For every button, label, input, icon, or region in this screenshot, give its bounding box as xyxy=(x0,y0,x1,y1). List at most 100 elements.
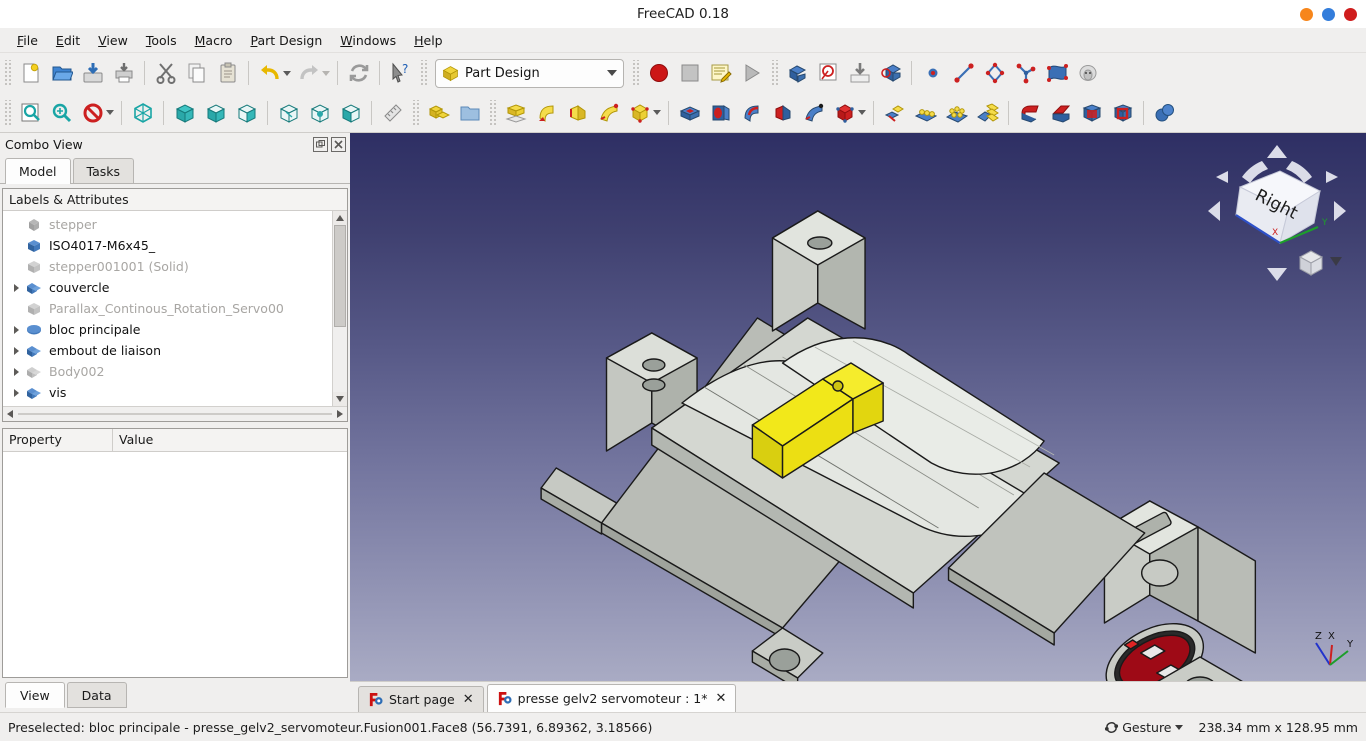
scroll-up-icon[interactable] xyxy=(333,211,347,225)
pad-button[interactable] xyxy=(500,97,531,128)
pocket-button[interactable] xyxy=(674,97,705,128)
navigation-cube[interactable]: Right Y X xyxy=(1202,139,1352,299)
linear-pattern-button[interactable] xyxy=(910,97,941,128)
tree-item[interactable]: stepper xyxy=(3,214,332,235)
toolbar-grip[interactable] xyxy=(488,99,497,126)
hole-button[interactable] xyxy=(705,97,736,128)
close-button[interactable] xyxy=(1344,7,1357,21)
minimize-button[interactable] xyxy=(1300,7,1313,21)
refresh-button[interactable] xyxy=(343,58,374,89)
save-document-button[interactable] xyxy=(77,58,108,89)
front-view-button[interactable] xyxy=(169,97,200,128)
menu-file[interactable]: File xyxy=(8,31,47,50)
polyline-button[interactable] xyxy=(979,58,1010,89)
surface-button[interactable] xyxy=(1041,58,1072,89)
expand-arrow-icon[interactable] xyxy=(9,319,23,340)
tree-item[interactable]: stepper001001 (Solid) xyxy=(3,256,332,277)
subtractive-loft-button[interactable] xyxy=(767,97,798,128)
paste-button[interactable] xyxy=(212,58,243,89)
top-view-button[interactable] xyxy=(200,97,231,128)
macro-stop-button[interactable] xyxy=(674,58,705,89)
scrollbar-thumb[interactable] xyxy=(18,413,332,415)
redo-button[interactable] xyxy=(293,58,324,89)
menu-macro[interactable]: Macro xyxy=(186,31,242,50)
chamfer-button[interactable] xyxy=(1045,97,1076,128)
tree-item[interactable]: Parallax_Continous_Rotation_Servo00 xyxy=(3,298,332,319)
macro-execute-button[interactable] xyxy=(736,58,767,89)
toolbar-grip[interactable] xyxy=(411,99,420,126)
scroll-down-icon[interactable] xyxy=(333,392,347,406)
expand-arrow-icon[interactable] xyxy=(9,340,23,361)
tree-item[interactable]: Body002 xyxy=(3,361,332,382)
scroll-right-icon[interactable] xyxy=(333,407,347,421)
menu-windows[interactable]: Windows xyxy=(331,31,405,50)
expand-arrow-icon[interactable] xyxy=(9,361,23,382)
expand-arrow-icon[interactable] xyxy=(9,298,23,319)
toolbar-grip[interactable] xyxy=(3,60,12,86)
multi-transform-button[interactable] xyxy=(972,97,1003,128)
expand-arrow-icon[interactable] xyxy=(9,382,23,403)
node-button[interactable] xyxy=(1010,58,1041,89)
left-view-button[interactable] xyxy=(335,97,366,128)
maximize-button[interactable] xyxy=(1322,7,1335,21)
expand-arrow-icon[interactable] xyxy=(9,235,23,256)
navigation-style-selector[interactable]: Gesture xyxy=(1104,720,1183,735)
expand-arrow-icon[interactable] xyxy=(9,277,23,298)
view-3d-canvas[interactable]: Right Y X Z X Y xyxy=(350,133,1366,681)
bottom-view-button[interactable] xyxy=(304,97,335,128)
print-document-button[interactable] xyxy=(108,58,139,89)
additive-loft-button[interactable] xyxy=(562,97,593,128)
tab-data[interactable]: Data xyxy=(66,682,127,708)
fillet-button[interactable] xyxy=(1014,97,1045,128)
expand-arrow-icon[interactable] xyxy=(9,256,23,277)
cut-button[interactable] xyxy=(150,58,181,89)
point-button[interactable] xyxy=(917,58,948,89)
toolbar-grip[interactable] xyxy=(770,60,779,86)
polar-pattern-button[interactable] xyxy=(941,97,972,128)
undo-button[interactable] xyxy=(254,58,285,89)
chevron-down-icon[interactable] xyxy=(1174,724,1183,730)
expand-arrow-icon[interactable] xyxy=(9,214,23,235)
workbench-selector[interactable]: Part Design xyxy=(435,58,624,88)
toolbar-grip[interactable] xyxy=(3,99,12,126)
macro-record-button[interactable] xyxy=(643,58,674,89)
tree-item[interactable]: ISO4017-M6x45_ xyxy=(3,235,332,256)
fit-all-button[interactable] xyxy=(15,97,46,128)
subtractive-pipe-button[interactable] xyxy=(798,97,829,128)
new-document-button[interactable] xyxy=(15,58,46,89)
scrollbar-thumb[interactable] xyxy=(334,225,346,327)
draft-button[interactable] xyxy=(1076,97,1107,128)
menu-view[interactable]: View xyxy=(89,31,137,50)
shape-binder-button[interactable] xyxy=(875,58,906,89)
measure-button[interactable] xyxy=(377,97,408,128)
property-editor-body[interactable] xyxy=(3,452,347,677)
menu-tools[interactable]: Tools xyxy=(137,31,186,50)
toolbar-grip[interactable] xyxy=(631,60,640,86)
tree-item[interactable]: embout de liaison xyxy=(3,340,332,361)
tree-item[interactable]: vis xyxy=(3,382,332,403)
line-button[interactable] xyxy=(948,58,979,89)
axonometric-view-button[interactable] xyxy=(127,97,158,128)
whats-this-button[interactable]: ? xyxy=(385,58,416,89)
float-panel-button[interactable] xyxy=(313,136,328,152)
tab-view[interactable]: View xyxy=(5,682,65,708)
right-view-button[interactable] xyxy=(231,97,262,128)
menu-help[interactable]: Help xyxy=(405,31,452,50)
scrollbar-track[interactable] xyxy=(333,327,347,392)
sheep-icon[interactable] xyxy=(1072,58,1103,89)
tab-model[interactable]: Model xyxy=(5,158,71,184)
open-document-button[interactable] xyxy=(46,58,77,89)
create-part-button[interactable] xyxy=(423,97,454,128)
groove-button[interactable] xyxy=(736,97,767,128)
draw-style-button[interactable] xyxy=(77,97,108,128)
subtractive-primitive-button[interactable] xyxy=(829,97,860,128)
close-tab-icon[interactable]: ✕ xyxy=(463,692,474,707)
chevron-down-icon[interactable] xyxy=(607,70,617,76)
additive-pipe-button[interactable] xyxy=(593,97,624,128)
close-panel-button[interactable] xyxy=(331,136,346,152)
boolean-operation-button[interactable] xyxy=(1149,97,1180,128)
tab-tasks[interactable]: Tasks xyxy=(72,158,135,183)
create-group-button[interactable] xyxy=(454,97,485,128)
document-tab-start-page[interactable]: Start page ✕ xyxy=(358,686,484,712)
tree-item[interactable]: couvercle xyxy=(3,277,332,298)
